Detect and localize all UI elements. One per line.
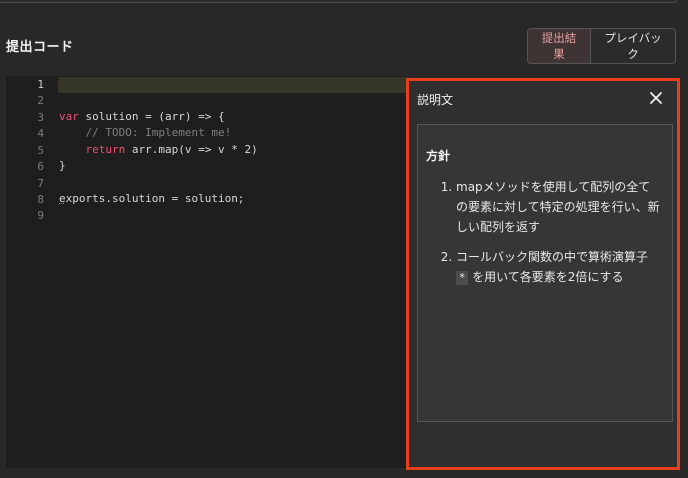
list-item-text: mapメソッドを使用して配列の全ての要素に対して特定の処理を行い、新しい配列を返…	[456, 180, 660, 234]
section-title: 提出コード	[6, 40, 74, 55]
code-text: solution = (arr) => {	[78, 110, 225, 123]
line-number: 9	[37, 209, 44, 222]
list-item: mapメソッドを使用して配列の全ての要素に対して特定の処理を行い、新しい配列を返…	[456, 177, 662, 237]
code-line: exports.solution = solution;	[59, 191, 244, 207]
tab-submission-result[interactable]: 提出結果	[528, 29, 592, 63]
top-panel-edge	[0, 0, 677, 3]
view-toggle: 提出結果 プレイバック	[527, 28, 676, 64]
line-number: 8	[37, 193, 44, 206]
code-editor[interactable]: 1 2 3 4 5 6 7 8 9 var solution = (arr) =…	[6, 76, 408, 468]
code-line: // TODO: Implement me!	[59, 125, 232, 141]
line-number: 7	[37, 177, 44, 190]
code-text: arr.map(v => v * 2)	[125, 143, 258, 156]
list-item-text: コールバック関数の中で算術演算子	[456, 250, 649, 264]
line-number: 2	[37, 94, 44, 107]
tab-playback[interactable]: プレイバック	[591, 29, 675, 63]
code-text-warning: e	[59, 192, 66, 205]
close-button[interactable]	[647, 89, 665, 107]
description-heading: 方針	[426, 149, 451, 163]
line-number: 5	[37, 144, 44, 157]
description-panel: 説明文 方針 mapメソッドを使用して配列の全ての要素に対して特定の処理を行い、…	[406, 78, 680, 470]
line-number: 4	[37, 127, 44, 140]
line-gutter: 1 2 3 4 5 6 7 8 9	[6, 76, 50, 468]
line-number: 1	[37, 78, 44, 91]
code-keyword: return	[85, 143, 126, 156]
description-title: 説明文	[417, 93, 454, 107]
list-item-text: を用いて各要素を2倍にする	[468, 270, 624, 284]
code-keyword: var	[59, 110, 79, 123]
inline-code: *	[456, 271, 469, 285]
code-line: return arr.map(v => v * 2)	[59, 142, 258, 158]
close-icon	[650, 92, 662, 104]
list-item: コールバック関数の中で算術演算子 * を用いて各要素を2倍にする	[456, 247, 662, 288]
code-text: xports.solution = solution;	[65, 192, 245, 205]
line-number: 3	[37, 111, 44, 124]
code-comment: // TODO: Implement me!	[85, 126, 232, 139]
code-text: }	[59, 159, 66, 172]
line-number: 6	[37, 160, 44, 173]
active-line-highlight	[58, 77, 408, 93]
code-line: var solution = (arr) => {	[59, 109, 225, 125]
description-content: 方針 mapメソッドを使用して配列の全ての要素に対して特定の処理を行い、新しい配…	[417, 124, 673, 422]
code-line: }	[59, 158, 66, 174]
description-list: mapメソッドを使用して配列の全ての要素に対して特定の処理を行い、新しい配列を返…	[418, 177, 672, 298]
